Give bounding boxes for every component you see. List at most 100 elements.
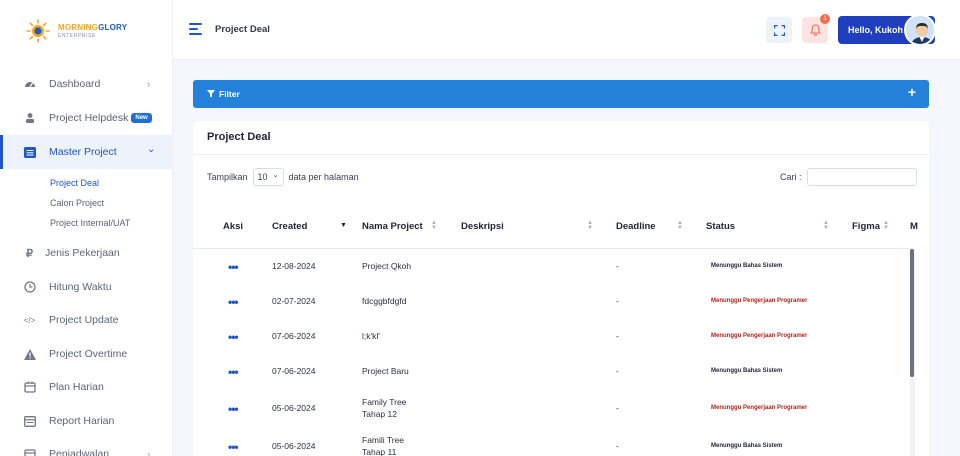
status-badge: Menunggu Pengerjaan Programer — [711, 298, 808, 304]
column-header-figma[interactable]: Figma — [852, 221, 880, 232]
sidebar-item-hitung-waktu[interactable]: Hitung Waktu — [0, 270, 172, 304]
calendar-icon — [23, 381, 36, 394]
notification-button[interactable]: 1 — [802, 14, 830, 43]
helpdesk-icon — [23, 112, 36, 125]
table-row: ••• 05-06-2024 Famili Tree Tahap 11 - Me… — [193, 428, 913, 456]
brand-logo[interactable]: MORNINGGLORY ENTERPRISE — [26, 19, 127, 43]
search-input[interactable] — [806, 168, 917, 186]
status-badge: Menunggu Bahas Sistem — [711, 368, 783, 374]
report-icon — [23, 415, 36, 428]
filter-bar[interactable]: Filter + — [193, 80, 929, 108]
created-cell: 12-08-2024 — [272, 261, 316, 271]
card-title: Project Deal — [207, 131, 271, 143]
table-row: ••• 05-06-2024 Family Tree Tahap 12 - Me… — [193, 390, 913, 426]
sun-logo-icon — [26, 19, 50, 43]
table-scrollbar-thumb[interactable] — [910, 249, 914, 377]
page-size-control: Tampilkan 10 ⌄ data per halaman — [207, 168, 359, 186]
user-menu-button[interactable]: Hello, Kukoh — [838, 14, 936, 46]
show-suffix-label: data per halaman — [288, 172, 359, 182]
sort-desc-icon[interactable]: ▼ — [340, 222, 347, 229]
table-row: ••• 12-08-2024 Project Qkoh - Menunggu B… — [193, 248, 913, 284]
bell-icon — [809, 24, 821, 36]
user-greeting: Hello, Kukoh — [848, 25, 904, 35]
brand-subtitle: ENTERPRISE — [58, 32, 96, 39]
page-size-value: 10 — [257, 172, 268, 182]
dashboard-icon — [23, 78, 36, 91]
code-icon: </> — [23, 315, 36, 325]
sort-icon[interactable]: ▲ ▼ — [883, 220, 889, 231]
sidebar-item-label: Hitung Waktu — [49, 281, 112, 293]
project-name-cell: Project Baru — [362, 366, 409, 376]
project-name-line: Family Tree — [362, 397, 407, 407]
add-filter-icon[interactable]: + — [908, 85, 916, 99]
table-row: ••• 02-07-2024 fdcggbfdgfd - Menunggu Pe… — [193, 283, 913, 319]
row-actions-icon[interactable]: ••• — [228, 402, 239, 416]
sidebar-item-report-harian[interactable]: Report Harian — [0, 404, 172, 438]
project-name-cell: l;k'kl' — [362, 331, 380, 341]
deadline-cell: - — [616, 403, 619, 413]
notification-count-badge: 1 — [820, 14, 830, 24]
clock-icon — [23, 281, 36, 294]
column-header-deskripsi[interactable]: Deskripsi — [461, 221, 504, 232]
column-header-nama-project[interactable]: Nama Project — [362, 221, 423, 232]
filter-icon — [207, 90, 215, 98]
created-cell: 07-06-2024 — [272, 331, 316, 341]
row-actions-icon[interactable]: ••• — [228, 440, 239, 454]
chevron-right-icon: › — [147, 78, 151, 90]
deadline-cell: - — [616, 296, 619, 306]
row-actions-icon[interactable]: ••• — [228, 260, 239, 274]
created-cell: 05-06-2024 — [272, 441, 316, 451]
row-actions-icon[interactable]: ••• — [228, 365, 239, 379]
sort-icon[interactable]: ▲ ▼ — [823, 220, 829, 231]
deadline-cell: - — [616, 366, 619, 376]
sidebar-item-jenis-pekerjaan[interactable]: ₽ Jenis Pekerjaan — [0, 236, 172, 270]
row-actions-icon[interactable]: ••• — [228, 295, 239, 309]
sidebar: MORNINGGLORY ENTERPRISE Dashboard › Proj… — [0, 0, 173, 456]
hamburger-menu-icon[interactable] — [189, 23, 202, 35]
brand-name: MORNINGGLORY — [58, 22, 128, 32]
project-name-cell: Project Qkoh — [362, 261, 412, 271]
row-actions-icon[interactable]: ••• — [228, 330, 239, 344]
sidebar-item-label: Jenis Pekerjaan — [45, 247, 120, 259]
sidebar-item-label: Penjadwalan — [49, 448, 110, 456]
sort-icon[interactable]: ▲ ▼ — [677, 220, 683, 231]
sidebar-item-penjadwalan[interactable]: Penjadwalan › — [0, 437, 172, 456]
sidebar-item-label: Report Harian — [49, 415, 115, 427]
sidebar-subitem-project-internal[interactable]: Project Internal/UAT — [50, 218, 130, 228]
column-header-aksi: Aksi — [223, 221, 244, 232]
sidebar-subitem-project-deal[interactable]: Project Deal — [50, 178, 99, 188]
sidebar-item-label: Plan Harian — [49, 381, 104, 393]
sidebar-item-plan-harian[interactable]: Plan Harian — [0, 370, 172, 404]
created-cell: 05-06-2024 — [272, 403, 316, 413]
warning-icon — [23, 348, 36, 361]
deadline-cell: - — [616, 261, 619, 271]
project-name-cell: fdcggbfdgfd — [362, 296, 407, 306]
table-row: ••• 07-06-2024 l;k'kl' - Menunggu Penger… — [193, 318, 913, 354]
sidebar-item-project-overtime[interactable]: Project Overtime — [0, 337, 172, 371]
table-row: ••• 07-06-2024 Project Baru - Menunggu B… — [193, 353, 913, 389]
status-badge: Menunggu Pengerjaan Programer — [711, 333, 808, 339]
list-icon — [23, 146, 36, 159]
status-badge: Menunggu Pengerjaan Programer — [711, 405, 808, 411]
column-header-deadline[interactable]: Deadline — [616, 221, 656, 232]
sidebar-item-master-project[interactable]: Master Project ⌄ — [0, 135, 172, 169]
sidebar-item-label: Project Overtime — [49, 348, 128, 360]
divider — [193, 154, 929, 155]
sidebar-item-project-update[interactable]: </> Project Update — [0, 303, 172, 337]
sidebar-subitem-calon-project[interactable]: Calon Project — [50, 198, 104, 208]
sidebar-item-dashboard[interactable]: Dashboard › — [0, 67, 172, 101]
sort-icon[interactable]: ▲ ▼ — [431, 220, 437, 231]
column-header-created[interactable]: Created — [272, 221, 307, 232]
page-size-select[interactable]: 10 ⌄ — [252, 168, 284, 186]
status-badge: Menunggu Bahas Sistem — [711, 263, 783, 269]
sort-icon[interactable]: ▲ ▼ — [587, 220, 593, 231]
sidebar-item-label: Master Project — [49, 146, 117, 158]
column-header-status[interactable]: Status — [706, 221, 735, 232]
sidebar-item-project-helpdesk[interactable]: Project Helpdesk New — [0, 101, 172, 135]
fullscreen-button[interactable] — [766, 17, 792, 43]
fullscreen-icon — [773, 24, 785, 36]
created-cell: 02-07-2024 — [272, 296, 316, 306]
chevron-right-icon: › — [147, 448, 151, 456]
column-header-m[interactable]: M — [910, 221, 918, 232]
new-badge: New — [131, 113, 152, 124]
